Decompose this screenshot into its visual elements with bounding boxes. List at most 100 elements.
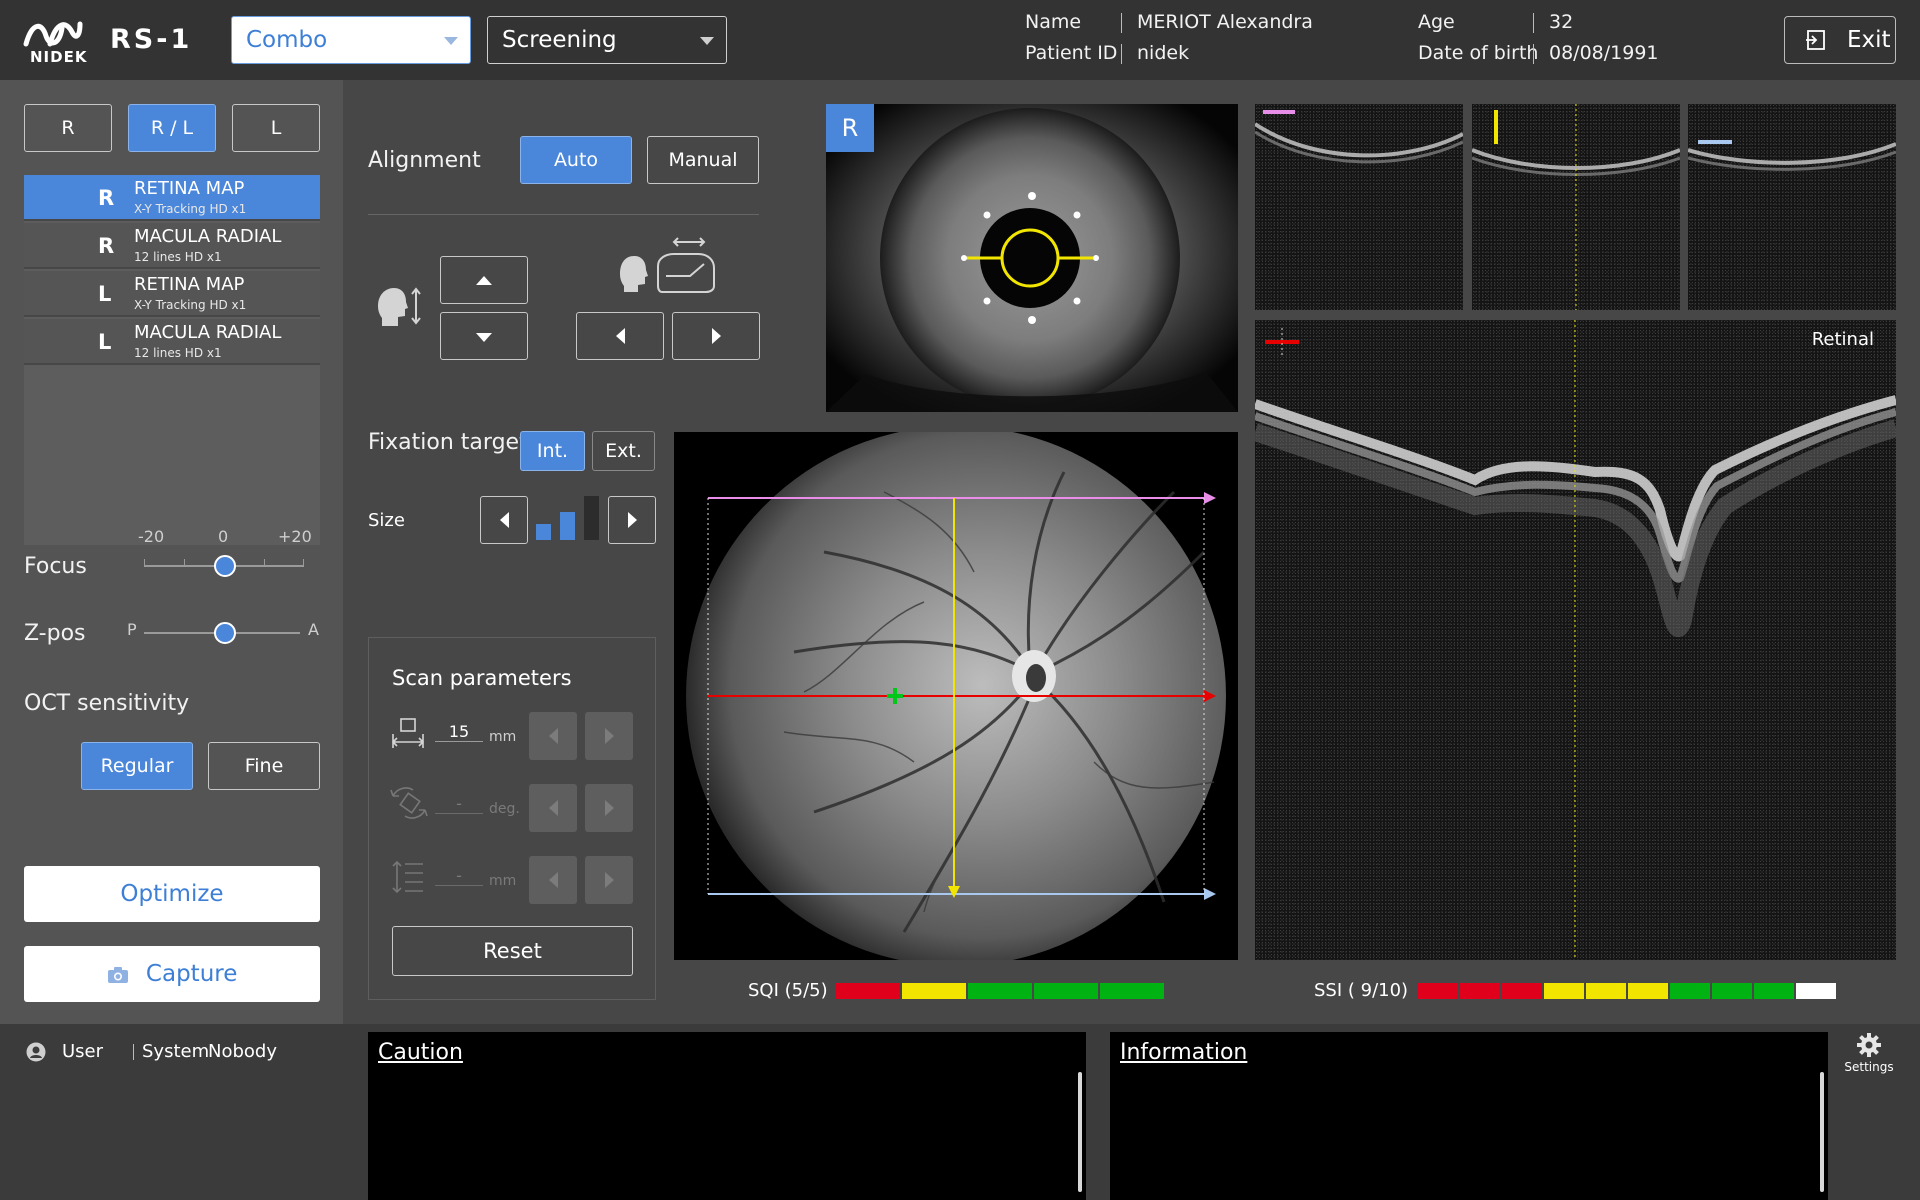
exam-type-dropdown-value: Screening <box>502 27 617 53</box>
reset-button[interactable]: Reset <box>392 926 633 976</box>
size-decrease-button[interactable] <box>480 496 528 544</box>
bscan-thumbnail-vertical[interactable] <box>1472 104 1680 310</box>
chevron-down-icon <box>700 37 714 45</box>
divider <box>1533 44 1534 64</box>
move-left-button[interactable] <box>576 312 664 360</box>
divider <box>1121 13 1122 33</box>
camera-icon <box>107 966 128 983</box>
exam-type-dropdown[interactable]: Screening <box>487 16 727 64</box>
angle-decrease-button[interactable] <box>529 784 577 832</box>
move-right-button[interactable] <box>672 312 760 360</box>
sqi-indicator <box>836 983 1166 999</box>
patient-name: MERIOT Alexandra <box>1137 11 1313 33</box>
caution-scrollbar[interactable] <box>1078 1072 1082 1192</box>
length-increase-button[interactable] <box>585 712 633 760</box>
zpos-min-tick: P <box>127 620 137 639</box>
sensitivity-fine-button[interactable]: Fine <box>208 742 320 790</box>
scan-list-item[interactable]: R MACULA RADIAL 12 lines HD x1 <box>24 223 320 269</box>
scan-angle-icon <box>390 787 428 819</box>
scan-name: MACULA RADIAL <box>134 226 282 247</box>
fixation-int-button[interactable]: Int. <box>520 431 585 471</box>
arrow-left-icon <box>548 872 558 888</box>
scan-length-unit: mm <box>489 729 517 745</box>
quality-segment <box>1100 983 1164 999</box>
slider-tick <box>184 559 185 567</box>
information-scrollbar[interactable] <box>1820 1072 1824 1192</box>
scan-parameters-panel: Scan parameters 15 mm - deg. - mm Reset <box>368 637 656 1000</box>
caution-title: Caution <box>378 1040 463 1065</box>
spacing-decrease-button[interactable] <box>529 856 577 904</box>
eye-left-button[interactable]: L <box>232 104 320 152</box>
sensitivity-regular-button[interactable]: Regular <box>81 742 193 790</box>
ssi-label: SSI ( 9/10) <box>1314 980 1409 1001</box>
quality-segment <box>1754 983 1794 999</box>
length-decrease-button[interactable] <box>529 712 577 760</box>
scan-length-field[interactable]: 15 <box>435 722 483 742</box>
exit-icon <box>1806 30 1825 50</box>
quality-segment <box>1670 983 1710 999</box>
alignment-label: Alignment <box>368 148 481 173</box>
size-bar <box>536 524 551 540</box>
mode-dropdown-value: Combo <box>246 27 328 53</box>
capture-button[interactable]: Capture <box>24 946 320 1002</box>
fixation-ext-button[interactable]: Ext. <box>592 431 655 471</box>
chevron-down-icon <box>444 37 458 45</box>
fundus-graphic <box>686 432 1226 960</box>
scan-detail: 12 lines HD x1 <box>134 250 222 264</box>
optimize-button[interactable]: Optimize <box>24 866 320 922</box>
spacing-increase-button[interactable] <box>585 856 633 904</box>
exit-button[interactable]: Exit <box>1784 16 1896 64</box>
angle-increase-button[interactable] <box>585 784 633 832</box>
scan-list-item[interactable]: L MACULA RADIAL 12 lines HD x1 <box>24 319 320 365</box>
arrow-left-icon <box>499 512 509 528</box>
focus-label: Focus <box>24 554 87 579</box>
ssi-indicator <box>1418 983 1838 999</box>
left-panel: R R / L L R RETINA MAP X-Y Tracking HD x… <box>0 80 343 1024</box>
scan-detail: X-Y Tracking HD x1 <box>134 202 247 216</box>
bscan-thumbnail-bottom[interactable] <box>1688 104 1896 310</box>
scan-list-item[interactable]: L RETINA MAP X-Y Tracking HD x1 <box>24 271 320 317</box>
focus-slider-handle[interactable] <box>214 555 236 577</box>
scan-angle-field[interactable]: - <box>435 794 483 814</box>
divider <box>368 214 759 215</box>
bscan-main-graphic <box>1255 320 1896 960</box>
user-icon <box>26 1042 46 1062</box>
mode-dropdown[interactable]: Combo <box>231 16 471 64</box>
information-title: Information <box>1120 1040 1248 1065</box>
head-device-icon <box>620 237 715 293</box>
eye-right-button[interactable]: R <box>24 104 112 152</box>
scan-spacing-unit: mm <box>489 873 517 889</box>
sqi-label: SQI (5/5) <box>748 980 828 1001</box>
size-increase-button[interactable] <box>608 496 656 544</box>
quality-segment <box>1586 983 1626 999</box>
anterior-eye-graphic <box>826 104 1238 412</box>
bscan-main[interactable]: Retinal <box>1255 320 1896 960</box>
arrow-right-icon <box>604 872 614 888</box>
fixation-size-label: Size <box>368 510 405 531</box>
system-label: System <box>142 1041 210 1062</box>
arrow-left-icon <box>615 328 625 344</box>
alignment-manual-button[interactable]: Manual <box>647 136 759 184</box>
system-user: Nobody <box>208 1041 277 1062</box>
settings-button[interactable]: Settings <box>1844 1032 1894 1082</box>
bscan-type-label: Retinal <box>1811 329 1874 350</box>
eye-both-button[interactable]: R / L <box>128 104 216 152</box>
brand-label: NIDEK <box>30 48 88 66</box>
slider-tick <box>264 559 265 567</box>
scan-list-item[interactable]: R RETINA MAP X-Y Tracking HD x1 <box>24 175 320 221</box>
zpos-slider-handle[interactable] <box>214 622 236 644</box>
settings-label: Settings <box>1844 1060 1894 1074</box>
scan-eye-label: L <box>98 282 112 306</box>
information-panel: Information <box>1110 1032 1828 1200</box>
product-name: RS-1 <box>110 24 193 55</box>
arrow-right-icon <box>604 800 614 816</box>
move-down-button[interactable] <box>440 312 528 360</box>
scan-spacing-field[interactable]: - <box>435 866 483 886</box>
alignment-auto-button[interactable]: Auto <box>520 136 632 184</box>
bscan-thumbnail-top[interactable] <box>1255 104 1463 310</box>
fundus-image[interactable] <box>674 432 1238 960</box>
move-up-button[interactable] <box>440 256 528 304</box>
oct-sensitivity-label: OCT sensitivity <box>24 691 190 716</box>
quality-segment <box>1418 983 1458 999</box>
patient-id-label: Patient ID <box>1025 42 1118 64</box>
